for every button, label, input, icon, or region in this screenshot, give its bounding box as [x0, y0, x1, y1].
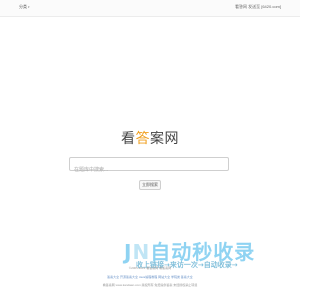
- site-domain-text: 看答网 发送至 [6420.com]: [234, 4, 281, 9]
- logo-text-part3: 案网: [150, 131, 179, 147]
- search-box: [69, 157, 229, 176]
- footer-copyright: ©2005-2021 看答案网 看答案网: [128, 266, 172, 270]
- logo-text-part2: 答: [135, 131, 150, 147]
- site-logo: 看答案网: [0, 128, 300, 148]
- chevron-down-icon: ▾: [28, 5, 30, 9]
- watermark-logo: JN自动秒收录 收上链接→来访一次→自动收录→: [124, 236, 284, 269]
- logo-text-part1: 看: [121, 131, 136, 147]
- footer-link[interactable]: 学院类: [171, 275, 180, 279]
- footer-link[interactable]: Java编程教程: [139, 275, 157, 279]
- search-button[interactable]: 立即搜索: [139, 180, 161, 190]
- footer-notice: 看答案网 www.kandaan.com 版权所有 免费提供答案 未经授权禁止转…: [102, 283, 198, 287]
- footer-link[interactable]: 答案大全: [181, 275, 193, 279]
- footer-link[interactable]: 开源答案大全: [120, 275, 138, 279]
- footer-link[interactable]: 答案大全: [107, 275, 119, 279]
- category-menu[interactable]: 分类 ▾: [19, 4, 30, 10]
- top-navigation-bar: 分类 ▾ 看答网 发送至 [6420.com]: [0, 0, 300, 17]
- footer-link[interactable]: 网站大全: [158, 275, 170, 279]
- search-input[interactable]: [70, 164, 228, 176]
- footer-links: 答案大全 开源答案大全 Java编程教程 网站大全 学院类 答案大全: [0, 275, 300, 279]
- category-menu-label: 分类: [19, 4, 27, 9]
